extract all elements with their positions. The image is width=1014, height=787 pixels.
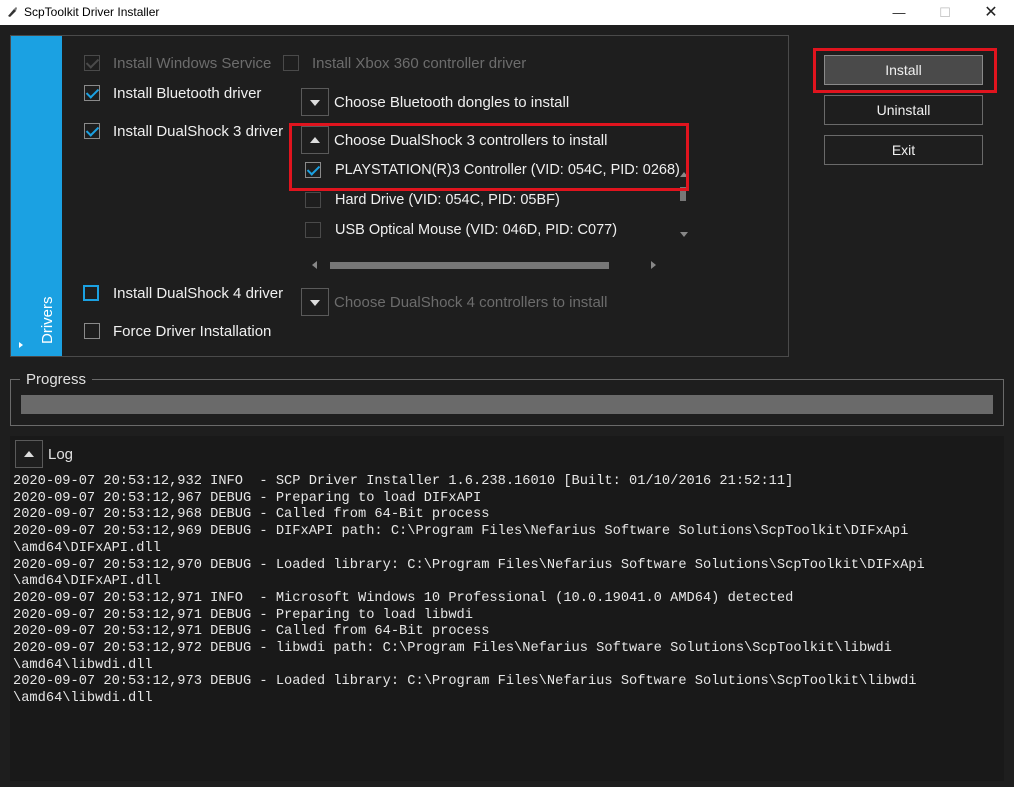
window-title: ScpToolkit Driver Installer xyxy=(24,5,160,19)
log-line: 2020-09-07 20:53:12,972 DEBUG - libwdi p… xyxy=(13,641,892,657)
dualshock3-label[interactable]: Install DualShock 3 driver xyxy=(113,123,283,140)
ds3-highlight-box xyxy=(289,123,689,191)
device-label-mouse[interactable]: USB Optical Mouse (VID: 046D, PID: C077) xyxy=(335,222,617,238)
xbox360-label: Install Xbox 360 controller driver xyxy=(312,55,527,72)
drivers-tab-label: Drivers xyxy=(39,296,56,345)
progress-title: Progress xyxy=(20,371,93,388)
progress-bar xyxy=(21,395,993,414)
windows-service-label: Install Windows Service xyxy=(113,55,272,72)
log-line: 2020-09-07 20:53:12,970 DEBUG - Loaded l… xyxy=(13,557,925,573)
log-line: 2020-09-07 20:53:12,971 INFO - Microsoft… xyxy=(13,590,794,606)
maximize-button[interactable]: ☐ xyxy=(922,0,968,25)
log-expander[interactable] xyxy=(15,440,43,468)
exit-button[interactable]: Exit xyxy=(824,135,983,165)
log-line: \amd64\libwdi.dll xyxy=(13,657,153,673)
log-title: Log xyxy=(48,446,74,463)
log-line: 2020-09-07 20:53:12,973 DEBUG - Loaded l… xyxy=(13,674,917,690)
log-output: 2020-09-07 20:53:12,932 INFO - SCP Drive… xyxy=(13,474,1003,708)
horizontal-scrollbar-thumb[interactable] xyxy=(330,262,609,269)
drivers-tab[interactable]: Drivers xyxy=(11,36,62,356)
log-line: 2020-09-07 20:53:12,932 INFO - SCP Drive… xyxy=(13,474,794,489)
scroll-right-icon[interactable] xyxy=(651,261,656,269)
bluetooth-label[interactable]: Install Bluetooth driver xyxy=(113,85,261,102)
app-icon xyxy=(8,7,17,17)
dualshock3-checkbox[interactable] xyxy=(84,123,100,139)
log-line: 2020-09-07 20:53:12,971 DEBUG - Preparin… xyxy=(13,607,473,623)
chevron-up-icon xyxy=(24,451,34,457)
device-label-hdd[interactable]: Hard Drive (VID: 054C, PID: 05BF) xyxy=(335,192,560,208)
dualshock4-checkbox[interactable] xyxy=(83,285,99,301)
log-line: 2020-09-07 20:53:12,967 DEBUG - Preparin… xyxy=(13,490,482,506)
device-checkbox-mouse[interactable] xyxy=(305,222,321,238)
bt-dongles-label: Choose Bluetooth dongles to install xyxy=(334,94,570,111)
force-install-checkbox[interactable] xyxy=(84,323,100,339)
chevron-down-icon xyxy=(310,100,320,106)
ds4-controllers-label: Choose DualShock 4 controllers to instal… xyxy=(334,294,608,311)
log-line: 2020-09-07 20:53:12,968 DEBUG - Called f… xyxy=(13,507,490,523)
bluetooth-checkbox[interactable] xyxy=(84,85,100,101)
windows-service-checkbox xyxy=(84,55,100,71)
log-line: 2020-09-07 20:53:12,969 DEBUG - DIFxAPI … xyxy=(13,524,909,540)
uninstall-button[interactable]: Uninstall xyxy=(824,95,983,125)
log-line: \amd64\libwdi.dll xyxy=(13,691,153,707)
log-line: 2020-09-07 20:53:12,971 DEBUG - Called f… xyxy=(13,624,490,640)
dualshock4-label[interactable]: Install DualShock 4 driver xyxy=(113,285,283,302)
scroll-down-icon[interactable] xyxy=(680,232,688,237)
chevron-down-icon xyxy=(310,300,320,306)
log-line: \amd64\DIFxAPI.dll xyxy=(13,574,161,590)
xbox360-checkbox xyxy=(283,55,299,71)
title-bar: ScpToolkit Driver Installer — ☐ ✕ xyxy=(0,0,1014,25)
log-line: \amd64\DIFxAPI.dll xyxy=(13,540,161,556)
install-button[interactable]: Install xyxy=(824,55,983,85)
close-button[interactable]: ✕ xyxy=(968,0,1014,25)
minimize-button[interactable]: — xyxy=(876,0,922,25)
device-checkbox-hdd[interactable] xyxy=(305,192,321,208)
ds4-controllers-expander xyxy=(301,288,329,316)
expand-arrow-icon xyxy=(19,342,23,348)
bt-dongles-expander[interactable] xyxy=(301,88,329,116)
force-install-label[interactable]: Force Driver Installation xyxy=(113,323,271,340)
scroll-left-icon[interactable] xyxy=(312,261,317,269)
